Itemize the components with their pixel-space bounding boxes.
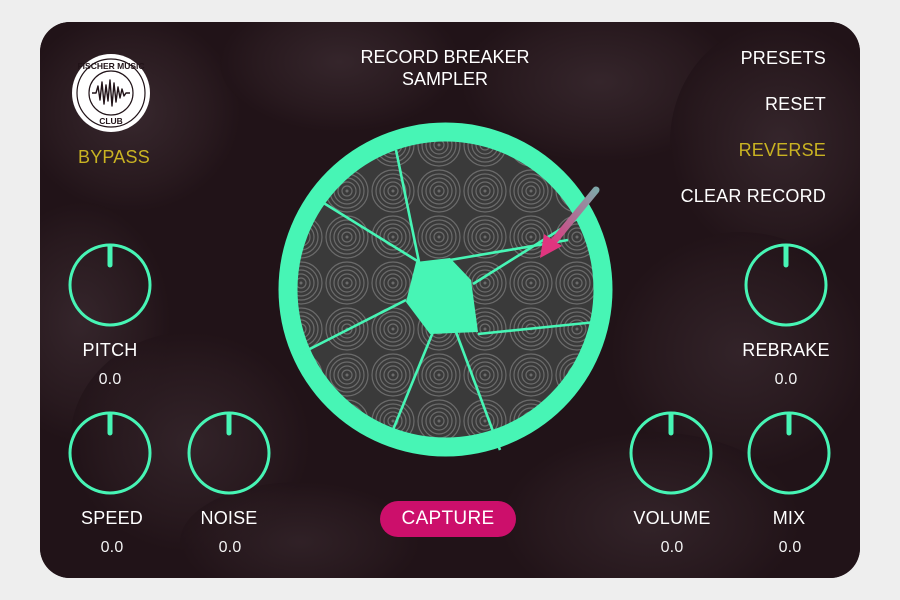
plugin-window: FISCHER MUSIC CLUB RECORD BREAKER SAMPLE… [40, 22, 860, 578]
title-line-2: SAMPLER [401, 69, 489, 89]
pink-arrow-icon [540, 186, 600, 258]
reset-button[interactable]: RESET [765, 93, 826, 115]
mix-label: MIX [772, 508, 806, 528]
mix-value: 0.0 [778, 539, 802, 556]
pitch-label: PITCH [82, 340, 138, 360]
noise-knob[interactable] [187, 411, 271, 495]
presets-button[interactable]: PRESETS [741, 47, 826, 69]
reverse-button[interactable]: REVERSE [739, 139, 826, 161]
volume-knob[interactable] [629, 411, 713, 495]
capture-button[interactable]: CAPTURE [380, 501, 516, 537]
plugin-title: RECORD BREAKER SAMPLER [360, 46, 529, 90]
clear-record-button[interactable]: CLEAR RECORD [681, 185, 826, 207]
rebrake-label: REBRAKE [742, 340, 830, 360]
svg-text:FISCHER MUSIC: FISCHER MUSIC [77, 61, 144, 71]
speed-knob[interactable] [68, 411, 152, 495]
svg-text:CLUB: CLUB [99, 116, 123, 126]
volume-label: VOLUME [633, 508, 711, 528]
volume-value: 0.0 [660, 539, 684, 556]
mix-knob[interactable] [747, 411, 831, 495]
title-line-1: RECORD BREAKER [360, 47, 530, 67]
noise-label: NOISE [200, 508, 258, 528]
bypass-button[interactable]: BYPASS [78, 146, 150, 168]
pitch-value: 0.0 [98, 371, 122, 388]
record-platter[interactable] [278, 122, 613, 457]
rebrake-value: 0.0 [774, 371, 798, 388]
speed-value: 0.0 [100, 539, 124, 556]
noise-value: 0.0 [218, 539, 242, 556]
speed-label: SPEED [80, 508, 144, 528]
rebrake-knob[interactable] [744, 243, 828, 327]
waveform-logo-icon: FISCHER MUSIC CLUB [72, 54, 150, 132]
pitch-knob[interactable] [68, 243, 152, 327]
